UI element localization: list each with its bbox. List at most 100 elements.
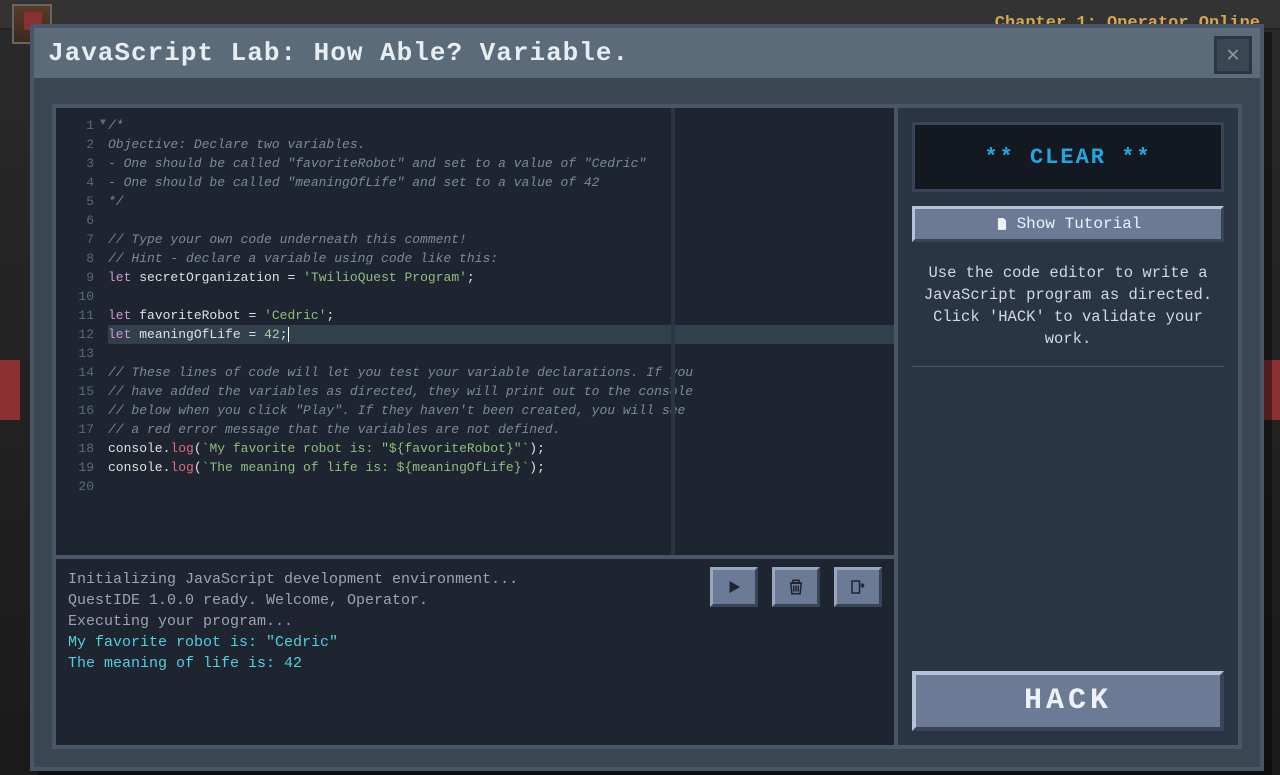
- play-icon: [725, 578, 743, 596]
- code-line[interactable]: let secretOrganization = 'TwilioQuest Pr…: [108, 268, 894, 287]
- line-number: 18: [56, 439, 94, 458]
- left-column: 1234567891011121314151617181920 ▼ /*Obje…: [56, 108, 898, 745]
- line-number: 14: [56, 363, 94, 382]
- code-token: log: [170, 441, 193, 456]
- code-token: secretOrganization: [139, 270, 279, 285]
- trash-icon: [787, 578, 805, 596]
- code-line[interactable]: /*: [108, 116, 894, 135]
- code-token: let: [108, 270, 131, 285]
- code-line[interactable]: */: [108, 192, 894, 211]
- show-tutorial-button[interactable]: Show Tutorial: [912, 206, 1224, 242]
- document-icon: [995, 216, 1009, 232]
- console-buttons: [710, 567, 882, 607]
- code-line[interactable]: [108, 287, 894, 306]
- code-token: log: [170, 460, 193, 475]
- code-token: ;: [537, 460, 545, 475]
- line-number: 17: [56, 420, 94, 439]
- code-editor[interactable]: 1234567891011121314151617181920 ▼ /*Obje…: [56, 108, 894, 555]
- instructions-text: Use the code editor to write a JavaScrip…: [912, 256, 1224, 367]
- hack-button[interactable]: HACK: [912, 671, 1224, 731]
- code-line[interactable]: - One should be called "favoriteRobot" a…: [108, 154, 894, 173]
- code-token: - One should be called "meaningOfLife" a…: [108, 175, 599, 190]
- modal-body: 1234567891011121314151617181920 ▼ /*Obje…: [34, 86, 1260, 767]
- code-line[interactable]: // Type your own code underneath this co…: [108, 230, 894, 249]
- line-number: 6: [56, 211, 94, 230]
- code-token: ;: [327, 308, 335, 323]
- modal-title: JavaScript Lab: How Able? Variable.: [48, 38, 629, 68]
- lab-modal: JavaScript Lab: How Able? Variable. ✕ 12…: [30, 24, 1264, 771]
- console-output-line: The meaning of life is: 42: [68, 653, 882, 674]
- code-line[interactable]: - One should be called "meaningOfLife" a…: [108, 173, 894, 192]
- code-token: let: [108, 308, 131, 323]
- code-line[interactable]: // These lines of code will let you test…: [108, 363, 894, 382]
- show-tutorial-label: Show Tutorial: [1017, 215, 1142, 233]
- close-icon: ✕: [1226, 42, 1239, 68]
- code-line[interactable]: console.log(`The meaning of life is: ${m…: [108, 458, 894, 477]
- code-token: ): [529, 441, 537, 456]
- bg-decoration-left: [0, 360, 20, 420]
- code-line[interactable]: // have added the variables as directed,…: [108, 382, 894, 401]
- code-line[interactable]: // Hint - declare a variable using code …: [108, 249, 894, 268]
- code-line[interactable]: // below when you click "Play". If they …: [108, 401, 894, 420]
- clear-console-button[interactable]: [772, 567, 820, 607]
- console-output-line: My favorite robot is: "Cedric": [68, 632, 882, 653]
- code-token: // Type your own code underneath this co…: [108, 232, 467, 247]
- line-number: 1: [56, 116, 94, 135]
- code-line[interactable]: [108, 477, 894, 496]
- line-number: 3: [56, 154, 94, 173]
- line-gutter: 1234567891011121314151617181920: [56, 108, 100, 555]
- code-token: console: [108, 441, 163, 456]
- line-number: 7: [56, 230, 94, 249]
- code-token: // These lines of code will let you test…: [108, 365, 693, 380]
- line-number: 13: [56, 344, 94, 363]
- code-token: `My favorite robot is: "${favoriteRobot}…: [202, 441, 530, 456]
- code-token: // Hint - declare a variable using code …: [108, 251, 498, 266]
- code-token: (: [194, 441, 202, 456]
- code-line[interactable]: Objective: Declare two variables.: [108, 135, 894, 154]
- text-cursor: [288, 327, 289, 342]
- line-number: 20: [56, 477, 94, 496]
- code-token: ;: [467, 270, 475, 285]
- export-button[interactable]: [834, 567, 882, 607]
- code-area[interactable]: /* Objective: Declare two variables. - One…: [100, 108, 894, 555]
- close-button[interactable]: ✕: [1214, 36, 1252, 74]
- code-token: console: [108, 460, 163, 475]
- run-button[interactable]: [710, 567, 758, 607]
- code-token: favoriteRobot: [139, 308, 240, 323]
- code-token: // below when you click "Play". If they …: [108, 403, 685, 418]
- line-number: 10: [56, 287, 94, 306]
- code-token: */: [108, 194, 124, 209]
- line-number: 15: [56, 382, 94, 401]
- code-token: meaningOfLife: [139, 327, 240, 342]
- line-number: 19: [56, 458, 94, 477]
- line-number: 8: [56, 249, 94, 268]
- code-token: 'Cedric': [264, 308, 326, 323]
- code-line[interactable]: console.log(`My favorite robot is: "${fa…: [108, 439, 894, 458]
- code-token: ): [529, 460, 537, 475]
- code-token: [256, 327, 264, 342]
- status-text: ** CLEAR **: [984, 145, 1151, 170]
- code-line[interactable]: let favoriteRobot = 'Cedric';: [108, 306, 894, 325]
- line-number: 12: [56, 325, 94, 344]
- code-token: ;: [537, 441, 545, 456]
- code-line[interactable]: // a red error message that the variable…: [108, 420, 894, 439]
- code-token: Objective: Declare two variables.: [108, 137, 365, 152]
- code-line[interactable]: let meaningOfLife = 42;: [108, 325, 894, 344]
- hack-label: HACK: [1024, 684, 1112, 718]
- line-number: 11: [56, 306, 94, 325]
- status-display: ** CLEAR **: [912, 122, 1224, 192]
- content-panel: 1234567891011121314151617181920 ▼ /*Obje…: [52, 104, 1242, 749]
- code-line[interactable]: [108, 211, 894, 230]
- code-token: ;: [280, 327, 288, 342]
- code-token: // a red error message that the variable…: [108, 422, 560, 437]
- console-panel: Initializing JavaScript development envi…: [56, 555, 894, 745]
- code-token: // have added the variables as directed,…: [108, 384, 693, 399]
- modal-titlebar: JavaScript Lab: How Able? Variable. ✕: [34, 28, 1260, 82]
- console-system-line: Executing your program...: [68, 611, 882, 632]
- editor-split-divider[interactable]: [671, 108, 675, 555]
- code-line[interactable]: [108, 344, 894, 363]
- line-number: 4: [56, 173, 94, 192]
- code-token: 'TwilioQuest Program': [303, 270, 467, 285]
- code-token: [256, 308, 264, 323]
- line-number: 9: [56, 268, 94, 287]
